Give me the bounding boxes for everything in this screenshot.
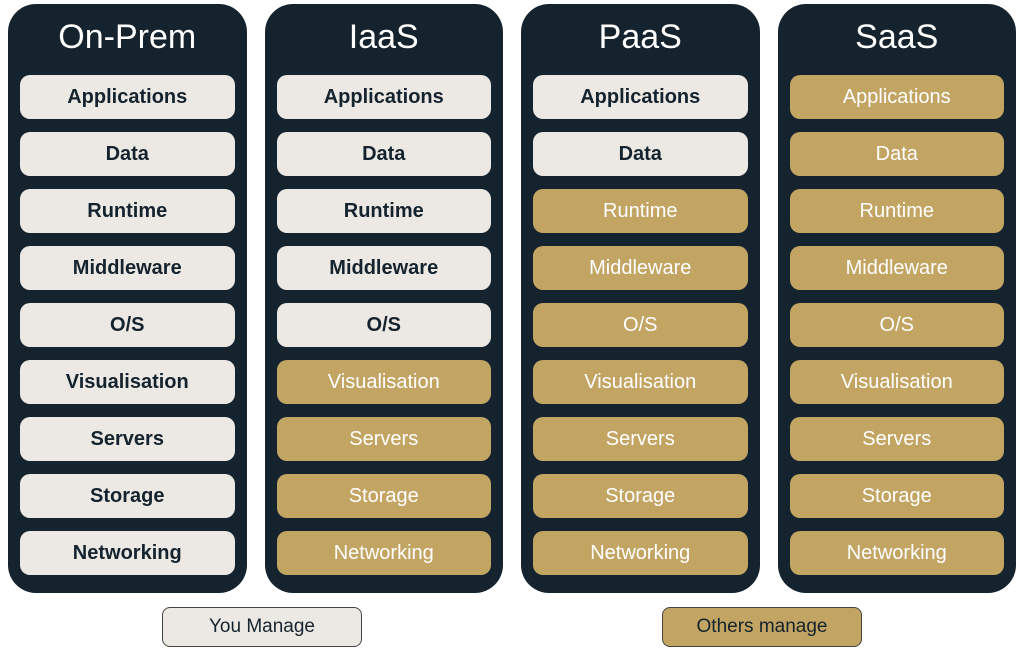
layer-os: O/S (277, 303, 492, 347)
layer-visualisation: Visualisation (277, 360, 492, 404)
layer-data: Data (20, 132, 235, 176)
layer-networking: Networking (20, 531, 235, 575)
column-iaas: IaaS Applications Data Runtime Middlewar… (265, 4, 504, 593)
layer-storage: Storage (277, 474, 492, 518)
layer-runtime: Runtime (277, 189, 492, 233)
layer-applications: Applications (277, 75, 492, 119)
layer-data: Data (790, 132, 1005, 176)
layer-data: Data (277, 132, 492, 176)
column-title: PaaS (599, 18, 682, 57)
layer-os: O/S (20, 303, 235, 347)
column-title: SaaS (855, 18, 938, 57)
layer-data: Data (533, 132, 748, 176)
column-title: On-Prem (58, 18, 196, 57)
legend: You Manage Others manage (8, 607, 1016, 647)
column-saas: SaaS Applications Data Runtime Middlewar… (778, 4, 1017, 593)
column-paas: PaaS Applications Data Runtime Middlewar… (521, 4, 760, 593)
layer-middleware: Middleware (277, 246, 492, 290)
layer-servers: Servers (277, 417, 492, 461)
column-on-prem: On-Prem Applications Data Runtime Middle… (8, 4, 247, 593)
layer-visualisation: Visualisation (790, 360, 1005, 404)
columns-container: On-Prem Applications Data Runtime Middle… (8, 4, 1016, 593)
legend-others-manage: Others manage (662, 607, 862, 647)
layer-middleware: Middleware (533, 246, 748, 290)
layer-os: O/S (533, 303, 748, 347)
column-title: IaaS (349, 18, 419, 57)
legend-you-manage: You Manage (162, 607, 362, 647)
layer-runtime: Runtime (790, 189, 1005, 233)
layer-servers: Servers (20, 417, 235, 461)
layer-networking: Networking (533, 531, 748, 575)
layer-visualisation: Visualisation (533, 360, 748, 404)
layer-applications: Applications (790, 75, 1005, 119)
layer-storage: Storage (20, 474, 235, 518)
layer-networking: Networking (277, 531, 492, 575)
layer-servers: Servers (533, 417, 748, 461)
layer-visualisation: Visualisation (20, 360, 235, 404)
layer-storage: Storage (790, 474, 1005, 518)
layer-applications: Applications (20, 75, 235, 119)
layer-servers: Servers (790, 417, 1005, 461)
layer-storage: Storage (533, 474, 748, 518)
layer-runtime: Runtime (20, 189, 235, 233)
layer-os: O/S (790, 303, 1005, 347)
layer-networking: Networking (790, 531, 1005, 575)
layer-middleware: Middleware (790, 246, 1005, 290)
layer-middleware: Middleware (20, 246, 235, 290)
layer-applications: Applications (533, 75, 748, 119)
layer-runtime: Runtime (533, 189, 748, 233)
